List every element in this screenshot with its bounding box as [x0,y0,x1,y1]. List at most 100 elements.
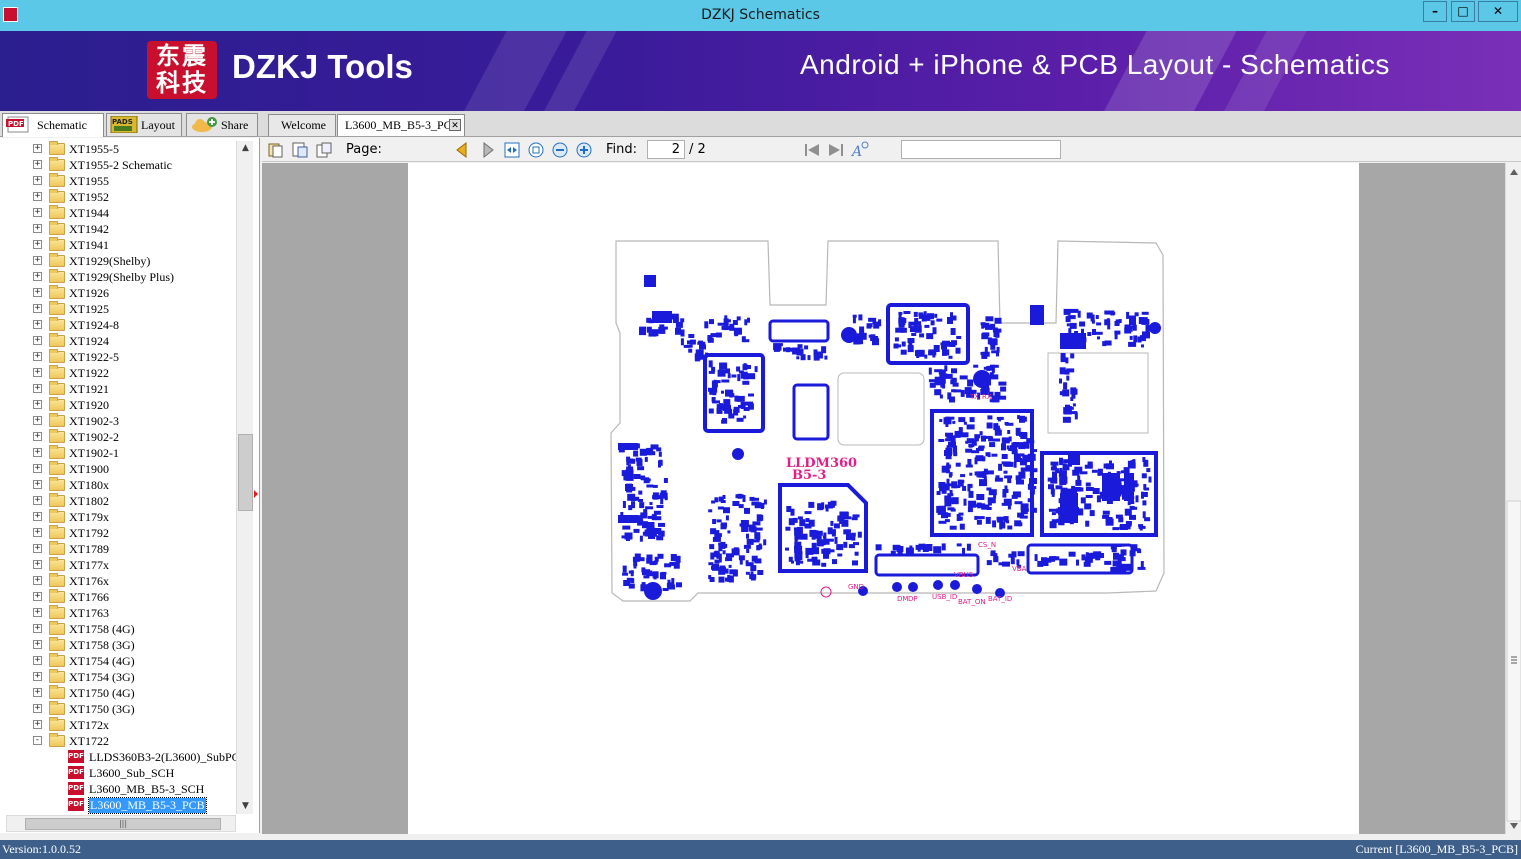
scroll-thumb[interactable] [238,434,253,511]
next-page-icon[interactable] [479,141,497,159]
expand-icon[interactable]: + [33,672,42,681]
tree-folder-item[interactable]: + XT1766 [0,589,236,605]
expand-icon[interactable]: + [33,560,42,569]
expand-icon[interactable]: + [33,464,42,473]
expand-icon[interactable]: + [33,352,42,361]
tree-vertical-scrollbar[interactable]: ▲ ▼ [236,141,253,814]
tree-folder-item[interactable]: + XT1941 [0,237,236,253]
tree-folder-item[interactable]: + XT1754 (3G) [0,669,236,685]
tree-horizontal-scrollbar[interactable]: ||| [6,815,236,832]
expand-icon[interactable]: + [33,272,42,281]
tree-folder-item[interactable]: + XT1758 (3G) [0,637,236,653]
tree-folder-item[interactable]: + XT1924 [0,333,236,349]
collapse-icon[interactable]: - [33,736,42,745]
previous-page-icon[interactable] [453,141,471,159]
tree-folder-item[interactable]: + XT1763 [0,605,236,621]
expand-icon[interactable]: + [33,384,42,393]
tab-welcome[interactable]: Welcome [268,114,336,136]
expand-icon[interactable]: + [33,704,42,713]
expand-icon[interactable]: + [33,176,42,185]
expand-icon[interactable]: + [33,448,42,457]
expand-icon[interactable]: + [33,528,42,537]
zoom-out-icon[interactable] [551,141,569,159]
expand-icon[interactable]: + [33,336,42,345]
tree-folder-item[interactable]: + XT1902-1 [0,445,236,461]
tree-folder-item[interactable]: + XT1955 [0,173,236,189]
splitter-arrow-icon[interactable] [253,483,259,505]
tree-folder-item[interactable]: + XT1792 [0,525,236,541]
tree-folder-item[interactable]: + XT1944 [0,205,236,221]
export-icon[interactable] [315,141,333,159]
minimize-button[interactable]: – [1423,1,1447,22]
expand-icon[interactable]: + [33,592,42,601]
scroll-down-arrow-icon[interactable]: ▼ [238,799,253,814]
viewer-vertical-scrollbar[interactable] [1505,163,1521,834]
tree-folder-item[interactable]: + XT179x [0,509,236,525]
h-scroll-thumb[interactable]: ||| [25,818,221,830]
tree-folder-item[interactable]: + XT1754 (4G) [0,653,236,669]
tree-folder-item[interactable]: + XT1750 (4G) [0,685,236,701]
scroll-up-arrow-icon[interactable]: ▲ [238,141,253,156]
expand-icon[interactable]: + [33,400,42,409]
tree-folder-item[interactable]: + XT1922-5 [0,349,236,365]
expand-icon[interactable]: + [33,144,42,153]
expand-icon[interactable]: + [33,288,42,297]
tree-folder-item[interactable]: + XT1802 [0,493,236,509]
expand-icon[interactable]: + [33,512,42,521]
expand-icon[interactable]: + [33,608,42,617]
tree-file-item[interactable]: PDF L3600_MB_B5-3_SCH [0,781,236,797]
tree-folder-item[interactable]: + XT1921 [0,381,236,397]
tree-folder-item[interactable]: + XT1929(Shelby) [0,253,236,269]
tree-folder-item[interactable]: - XT1722 [0,733,236,749]
tree-folder-item[interactable]: + XT1902-3 [0,413,236,429]
tab-schematic[interactable]: PDF Schematic [2,113,104,137]
tree-folder-item[interactable]: + XT1924-8 [0,317,236,333]
tab-layout[interactable]: PADS Layout [106,113,182,136]
tree-folder-item[interactable]: + XT180x [0,477,236,493]
close-button[interactable]: ✕ [1478,1,1518,22]
copy-icon[interactable] [267,141,285,159]
expand-icon[interactable]: + [33,160,42,169]
expand-icon[interactable]: + [33,256,42,265]
tree-folder-item[interactable]: + XT1925 [0,301,236,317]
find-next-icon[interactable] [827,141,845,159]
expand-icon[interactable]: + [33,656,42,665]
tree-folder-item[interactable]: + XT1920 [0,397,236,413]
tree-folder-item[interactable]: + XT1929(Shelby Plus) [0,269,236,285]
expand-icon[interactable]: + [33,192,42,201]
tree-folder-item[interactable]: + XT176x [0,573,236,589]
close-tab-icon[interactable]: ✕ [449,119,461,131]
tree-folder-item[interactable]: + XT1955-2 Schematic [0,157,236,173]
tree-folder-item[interactable]: + XT1955-5 [0,141,236,157]
fit-page-icon[interactable] [527,141,545,159]
expand-icon[interactable]: + [33,688,42,697]
find-previous-icon[interactable] [803,141,821,159]
expand-icon[interactable]: + [33,544,42,553]
expand-icon[interactable]: + [33,624,42,633]
expand-icon[interactable]: + [33,240,42,249]
tree-folder-item[interactable]: + XT172x [0,717,236,733]
tree-folder-item[interactable]: + XT1922 [0,365,236,381]
paste-icon[interactable] [291,141,309,159]
tree-file-item[interactable]: PDF L3600_MB_B5-3_PCB [0,797,236,814]
page-number-input[interactable]: 2 [647,140,685,159]
tree-folder-item[interactable]: + XT1902-2 [0,429,236,445]
expand-icon[interactable]: + [33,304,42,313]
tree-folder-item[interactable]: + XT1900 [0,461,236,477]
tree-folder-item[interactable]: + XT1942 [0,221,236,237]
tree-folder-item[interactable]: + XT1926 [0,285,236,301]
expand-icon[interactable]: + [33,432,42,441]
tab-share[interactable]: Share [186,113,258,136]
expand-icon[interactable]: + [33,416,42,425]
expand-icon[interactable]: + [33,720,42,729]
tab-l3600-mb-pcb[interactable]: L3600_MB_B5-3_PCB ✕ [337,114,465,136]
maximize-button[interactable]: □ [1451,1,1475,22]
expand-icon[interactable]: + [33,368,42,377]
tree-file-item[interactable]: PDF L3600_Sub_SCH [0,765,236,781]
expand-icon[interactable]: + [33,208,42,217]
expand-icon[interactable]: + [33,480,42,489]
zoom-in-icon[interactable] [575,141,593,159]
fit-width-icon[interactable] [503,141,521,159]
expand-icon[interactable]: + [33,576,42,585]
tree-folder-item[interactable]: + XT177x [0,557,236,573]
